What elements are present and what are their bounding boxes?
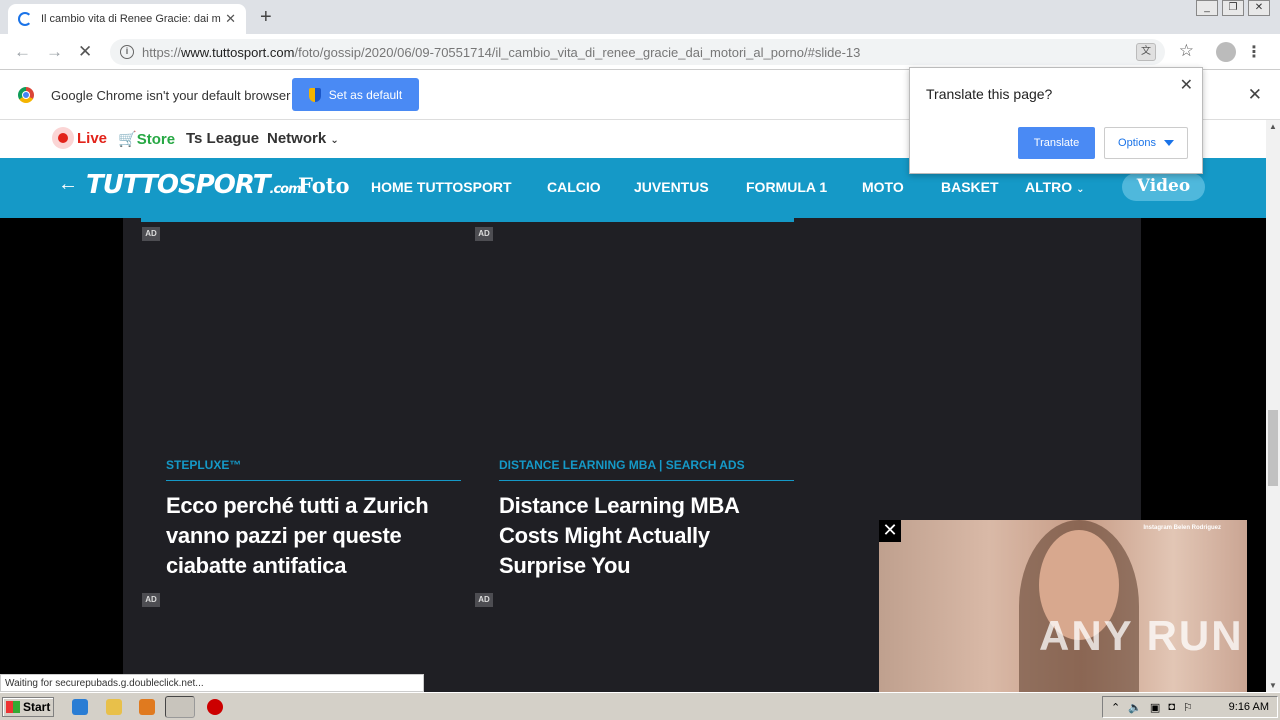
video-ad[interactable]: Instagram Belen Rodriguez ANY RUN ✕ [879,520,1247,692]
ad-badge: AD [475,593,493,607]
options-label: Options [1118,137,1156,149]
logo-suffix: .com [269,182,302,197]
card-source[interactable]: DISTANCE LEARNING MBA | SEARCH ADS [499,458,745,472]
network-label: Network [267,130,327,147]
page-scrollbar[interactable]: ▲ ▼ [1266,120,1280,692]
translate-button[interactable]: Translate [1018,127,1095,159]
translate-question: Translate this page? [926,86,1053,102]
video-button[interactable]: Video [1122,173,1205,201]
flag-icon[interactable]: ⚐ [1183,701,1193,714]
chrome-logo-icon [18,87,34,103]
media-player-icon[interactable] [139,699,155,715]
window-controls: _ ❐ ✕ [1196,0,1270,16]
chevron-down-icon: ⌄ [330,135,339,146]
bookmark-star-icon[interactable]: ☆ [1179,41,1194,61]
nav-moto[interactable]: MOTO [862,179,904,195]
shield-tray-icon[interactable]: ◘ [1168,701,1175,713]
infobar-close-icon[interactable]: ✕ [1248,85,1262,105]
tray-arrow-icon[interactable]: ⌃ [1111,701,1120,714]
scroll-up-icon[interactable]: ▲ [1269,122,1277,131]
nav-home[interactable]: HOME TUTTOSPORT [371,179,512,195]
dropdown-arrow-icon [1163,140,1174,146]
url-scheme: https:// [142,44,182,60]
store-label: Store [136,131,176,148]
scrollbar-thumb[interactable] [1268,410,1278,486]
nav-basket[interactable]: BASKET [941,179,999,195]
uac-shield-icon [308,87,321,102]
nav-altro-label: ALTRO [1025,179,1073,195]
ts-league-link[interactable]: Ts League [186,130,259,147]
set-as-default-button[interactable]: Set as default [292,78,419,111]
ad-badge: AD [142,593,160,607]
profile-avatar[interactable] [1216,42,1236,62]
store-link[interactable]: 🛒Store [118,130,175,148]
translate-popup: Translate this page? ✕ Translate Options [909,67,1203,174]
translate-icon[interactable]: 文 [1136,43,1156,61]
back-arrow-icon[interactable]: ← [58,173,78,196]
url-path: /foto/gossip/2020/06/09-70551714/il_camb… [294,44,861,60]
explorer-icon[interactable] [106,699,122,715]
opera-icon[interactable] [207,699,223,715]
ie-icon[interactable] [72,699,88,715]
video-ad-caption: Instagram Belen Rodriguez [1143,525,1221,531]
start-label: Start [23,700,51,714]
network-menu[interactable]: Network ⌄ [267,130,339,147]
content-top-rule [141,218,794,222]
system-tray: ⌃ 🔈 ▣ ◘ ⚐ 9:16 AM [1102,696,1278,718]
ad-badge: AD [142,227,160,241]
back-icon[interactable]: ← [14,42,31,62]
browser-tab[interactable]: Il cambio vita di Renee Gracie: dai m ✕ [8,4,246,34]
card-title[interactable]: Distance Learning MBA Costs Might Actual… [499,491,789,581]
nav-juventus[interactable]: JUVENTUS [634,179,709,195]
live-link[interactable]: Live [77,130,107,147]
maximize-button[interactable]: ❐ [1222,0,1244,16]
tuttosport-logo[interactable]: TUTTOSPORT.com [86,170,302,200]
loading-spinner-icon [18,12,32,26]
browser-toolbar: ← → ✕ i https://www.tuttosport.com/foto/… [0,34,1280,70]
chrome-menu-icon[interactable]: ⋮ [1246,42,1262,62]
stop-icon[interactable]: ✕ [78,42,92,62]
nav-calcio[interactable]: CALCIO [547,179,601,195]
clock: 9:16 AM [1228,701,1269,713]
url-host: www.tuttosport.com [181,44,295,60]
close-window-button[interactable]: ✕ [1248,0,1270,16]
minimize-button[interactable]: _ [1196,0,1218,16]
tab-strip: Il cambio vita di Renee Gracie: dai m ✕ … [0,0,1280,34]
card-title[interactable]: Ecco perché tutti a Zurich vanno pazzi p… [166,491,456,581]
section-title[interactable]: Foto [298,173,349,198]
video-ad-close-icon[interactable]: ✕ [879,520,901,542]
logo-text: TUTTOSPORT [86,170,270,200]
translate-close-icon[interactable]: ✕ [1180,75,1193,95]
taskbar: Start ⌃ 🔈 ▣ ◘ ⚐ 9:16 AM [0,692,1280,720]
card-rule [499,480,794,481]
volume-icon[interactable]: 🔈 [1128,701,1142,714]
chrome-taskbar-icon[interactable] [165,696,195,718]
windows-logo-icon [6,701,20,713]
nav-formula1[interactable]: FORMULA 1 [746,179,827,195]
live-dot-icon [52,127,74,149]
ad-badge: AD [475,227,493,241]
start-button[interactable]: Start [2,697,54,717]
card-source[interactable]: STEPLUXE™ [166,458,241,472]
site-info-icon[interactable]: i [120,45,134,59]
new-tab-button[interactable]: + [260,6,272,29]
infobar-message: Google Chrome isn't your default browser [51,88,291,103]
status-bar: Waiting for securepubads.g.doubleclick.n… [0,674,424,692]
tab-close-icon[interactable]: ✕ [225,11,236,27]
tab-title: Il cambio vita di Renee Gracie: dai m [41,13,221,25]
network-icon[interactable]: ▣ [1150,701,1160,714]
set-as-default-label: Set as default [328,87,403,102]
scroll-down-icon[interactable]: ▼ [1269,681,1277,690]
card-rule [166,480,461,481]
chevron-down-icon: ⌄ [1076,184,1085,195]
translate-options-button[interactable]: Options [1104,127,1188,159]
forward-icon[interactable]: → [46,42,63,62]
anyrun-watermark: ANY RUN [1039,612,1244,659]
address-bar[interactable]: i https://www.tuttosport.com/foto/gossip… [110,39,1165,65]
nav-altro[interactable]: ALTRO ⌄ [1025,179,1084,195]
